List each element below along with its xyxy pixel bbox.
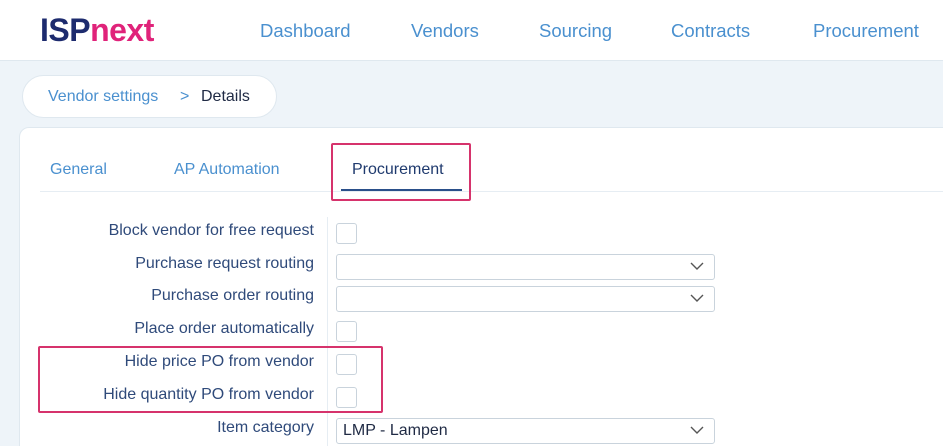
select-item-category[interactable]: LMP - Lampen <box>336 418 715 444</box>
logo-part-isp: ISP <box>40 12 91 48</box>
select-purchase-request-routing[interactable] <box>336 254 715 280</box>
isp-next-logo[interactable]: ISPnext <box>40 12 154 48</box>
nav-item-contracts[interactable]: Contracts <box>671 18 750 44</box>
breadcrumb-current: Details <box>201 88 250 105</box>
breadcrumb-vendor-settings[interactable]: Vendor settings <box>48 87 158 107</box>
top-bar: ISPnext Dashboard Vendors Sourcing Contr… <box>0 0 943 61</box>
highlight-box-hide-po-options <box>38 346 383 413</box>
chevron-down-icon <box>690 426 704 434</box>
nav-item-dashboard[interactable]: Dashboard <box>260 18 351 44</box>
checkbox-place-order-automatically[interactable] <box>336 321 357 342</box>
nav-item-procurement[interactable]: Procurement <box>813 18 919 44</box>
select-item-category-value: LMP - Lampen <box>343 422 448 439</box>
tab-general[interactable]: General <box>50 160 107 180</box>
tab-ap-automation[interactable]: AP Automation <box>174 160 280 180</box>
logo-part-next: next <box>90 12 154 48</box>
label-item-category: Item category <box>217 419 314 436</box>
nav-item-sourcing[interactable]: Sourcing <box>539 18 612 44</box>
label-place-order-automatically: Place order automatically <box>134 320 314 337</box>
label-purchase-request-routing: Purchase request routing <box>135 255 314 272</box>
select-purchase-order-routing[interactable] <box>336 286 715 312</box>
breadcrumb-separator: > <box>180 88 190 105</box>
label-block-vendor-free-request: Block vendor for free request <box>108 222 314 239</box>
label-purchase-order-routing: Purchase order routing <box>151 287 314 304</box>
tabs-baseline <box>40 191 943 192</box>
chevron-down-icon <box>690 262 704 270</box>
nav-item-vendors[interactable]: Vendors <box>411 18 479 44</box>
highlight-box-procurement-tab <box>331 143 471 201</box>
chevron-down-icon <box>690 294 704 302</box>
breadcrumb: Vendor settings > Details <box>22 75 277 118</box>
checkbox-block-vendor-free-request[interactable] <box>336 223 357 244</box>
